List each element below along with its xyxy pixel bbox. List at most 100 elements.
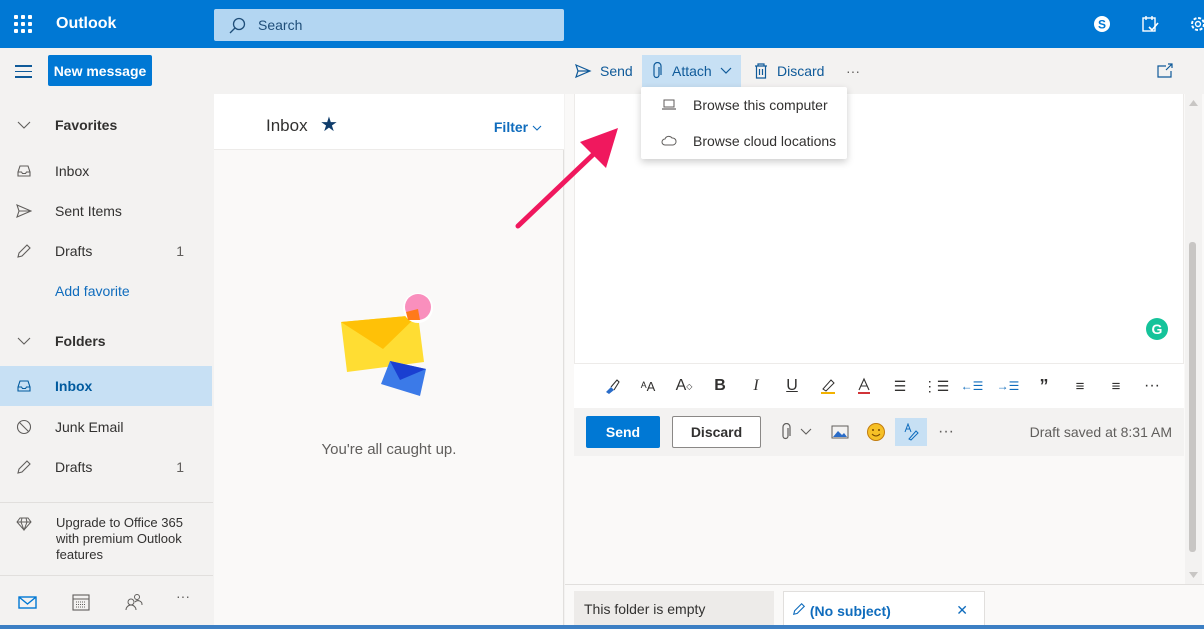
skype-icon[interactable]: S xyxy=(1092,14,1112,34)
nav-label: Inbox xyxy=(55,163,90,179)
diamond-icon xyxy=(16,517,32,531)
send-command[interactable]: Send xyxy=(566,55,641,87)
module-switcher: ··· xyxy=(0,584,213,620)
menu-item-label: Browse cloud locations xyxy=(693,133,837,149)
decrease-indent-icon[interactable]: ←☰ xyxy=(954,372,990,400)
favorites-item-inbox[interactable]: Inbox xyxy=(0,151,212,191)
inbox-icon xyxy=(17,380,31,392)
new-message-button[interactable]: New message xyxy=(48,55,152,86)
paperclip-icon xyxy=(782,423,791,440)
emoji-icon[interactable] xyxy=(864,418,888,446)
cloud-icon xyxy=(661,135,677,146)
quote-icon[interactable]: ” xyxy=(1026,372,1062,400)
annotation-arrow-icon xyxy=(515,128,618,229)
more-icon[interactable]: ··· xyxy=(176,588,200,608)
attach-command[interactable]: Attach xyxy=(642,55,741,87)
chevron-down-icon xyxy=(800,428,812,435)
my-day-icon[interactable] xyxy=(1140,14,1160,34)
upgrade-text: Upgrade to Office 365 with premium Outlo… xyxy=(56,515,183,562)
trash-icon xyxy=(755,63,767,79)
pencil-icon xyxy=(792,602,806,616)
discard-label: Discard xyxy=(777,63,825,79)
nav-label: Drafts xyxy=(55,459,93,475)
folder-item-drafts[interactable]: Drafts 1 xyxy=(0,447,212,487)
chevron-down-icon xyxy=(17,337,31,345)
search-placeholder: Search xyxy=(258,17,303,33)
more-options-button[interactable]: ··· xyxy=(934,418,958,446)
draft-status: Draft saved at 8:31 AM xyxy=(1029,424,1172,440)
highlight-icon[interactable] xyxy=(810,372,846,400)
search-input[interactable]: Search xyxy=(214,9,564,41)
nav-label: Junk Email xyxy=(55,419,124,435)
more-formatting-icon[interactable]: ··· xyxy=(1134,372,1170,400)
pencil-icon xyxy=(17,460,31,474)
discard-button[interactable]: Discard xyxy=(672,416,761,448)
laptop-icon xyxy=(662,99,676,110)
svg-text:S: S xyxy=(1098,18,1106,32)
folder-item-inbox[interactable]: Inbox xyxy=(0,366,212,406)
scrollbar-thumb[interactable] xyxy=(1189,242,1196,552)
underline-icon[interactable]: U xyxy=(774,372,810,400)
app-title[interactable]: Outlook xyxy=(56,15,116,33)
grammarly-icon[interactable]: G xyxy=(1146,318,1168,340)
nav-label: Sent Items xyxy=(55,203,122,219)
inbox-icon xyxy=(17,165,31,177)
align-center-icon[interactable]: ≡ xyxy=(1098,372,1134,400)
close-icon[interactable]: ✕ xyxy=(956,602,968,619)
font-size-icon[interactable]: ᴬA xyxy=(630,372,666,400)
empty-state-text: You're all caught up. xyxy=(321,441,457,458)
attach-button[interactable] xyxy=(774,418,818,446)
grow-font-icon[interactable]: A ◇ xyxy=(666,372,702,400)
draft-tab[interactable]: (No subject) ✕ xyxy=(783,591,985,629)
bold-icon[interactable]: B xyxy=(702,372,738,400)
send-icon xyxy=(16,204,32,218)
favorites-label: Favorites xyxy=(55,117,118,133)
favorites-header[interactable]: Favorites xyxy=(0,105,213,145)
top-bar: Outlook Search S xyxy=(0,0,1204,48)
vertical-scrollbar[interactable] xyxy=(1185,94,1202,584)
editor-icon[interactable] xyxy=(895,418,927,446)
search-icon xyxy=(229,17,246,34)
pop-out-icon[interactable] xyxy=(1156,63,1174,79)
settings-icon[interactable] xyxy=(1188,14,1204,34)
attach-menu: Browse this computer Browse cloud locati… xyxy=(641,87,847,159)
compose-actions: Send Discard ··· Draft saved at 8:31 AM xyxy=(574,408,1184,456)
paperclip-icon xyxy=(653,62,662,79)
send-label: Send xyxy=(600,63,633,79)
upgrade-banner[interactable]: Upgrade to Office 365 with premium Outlo… xyxy=(0,502,213,576)
empty-inbox-illustration xyxy=(341,293,433,396)
bullets-icon[interactable]: ☰ xyxy=(882,372,918,400)
reading-pane: G ᴬA A ◇ B I U ☰ ⋮☰ ←☰ →☰ ” ≡ ≡ ··· Send … xyxy=(565,94,1204,629)
insert-picture-icon[interactable] xyxy=(828,418,852,446)
mail-icon[interactable] xyxy=(16,592,40,612)
browse-computer-option[interactable]: Browse this computer xyxy=(641,87,847,123)
format-painter-icon[interactable] xyxy=(594,372,630,400)
add-favorite-link[interactable]: Add favorite xyxy=(55,283,130,299)
favorites-item-sent[interactable]: Sent Items xyxy=(0,191,212,231)
folder-tab[interactable]: This folder is empty xyxy=(574,591,774,629)
folder-item-junk[interactable]: Junk Email xyxy=(0,407,212,447)
unread-count: 1 xyxy=(176,459,184,475)
align-left-icon[interactable]: ≡ xyxy=(1062,372,1098,400)
font-color-icon[interactable] xyxy=(846,372,882,400)
favorites-item-drafts[interactable]: Drafts 1 xyxy=(0,231,212,271)
send-button[interactable]: Send xyxy=(586,416,660,448)
numbering-icon[interactable]: ⋮☰ xyxy=(918,372,954,400)
folder-title: Inbox xyxy=(266,116,308,135)
chevron-down-icon xyxy=(720,67,732,74)
browse-cloud-option[interactable]: Browse cloud locations xyxy=(641,123,847,159)
increase-indent-icon[interactable]: →☰ xyxy=(990,372,1026,400)
app-launcher-icon[interactable] xyxy=(14,15,32,33)
italic-icon[interactable]: I xyxy=(738,372,774,400)
taskbar-strip xyxy=(0,625,1204,629)
favorite-star-icon[interactable]: ★ xyxy=(320,112,338,137)
more-commands-button[interactable]: ··· xyxy=(838,55,868,87)
discard-command[interactable]: Discard xyxy=(745,55,832,87)
nav-label: Drafts xyxy=(55,243,93,259)
folders-header[interactable]: Folders xyxy=(0,321,213,361)
calendar-icon[interactable] xyxy=(69,592,93,612)
people-icon[interactable] xyxy=(122,592,146,612)
attach-label: Attach xyxy=(672,63,712,79)
send-icon xyxy=(575,63,592,79)
hamburger-menu-icon[interactable] xyxy=(15,65,32,82)
